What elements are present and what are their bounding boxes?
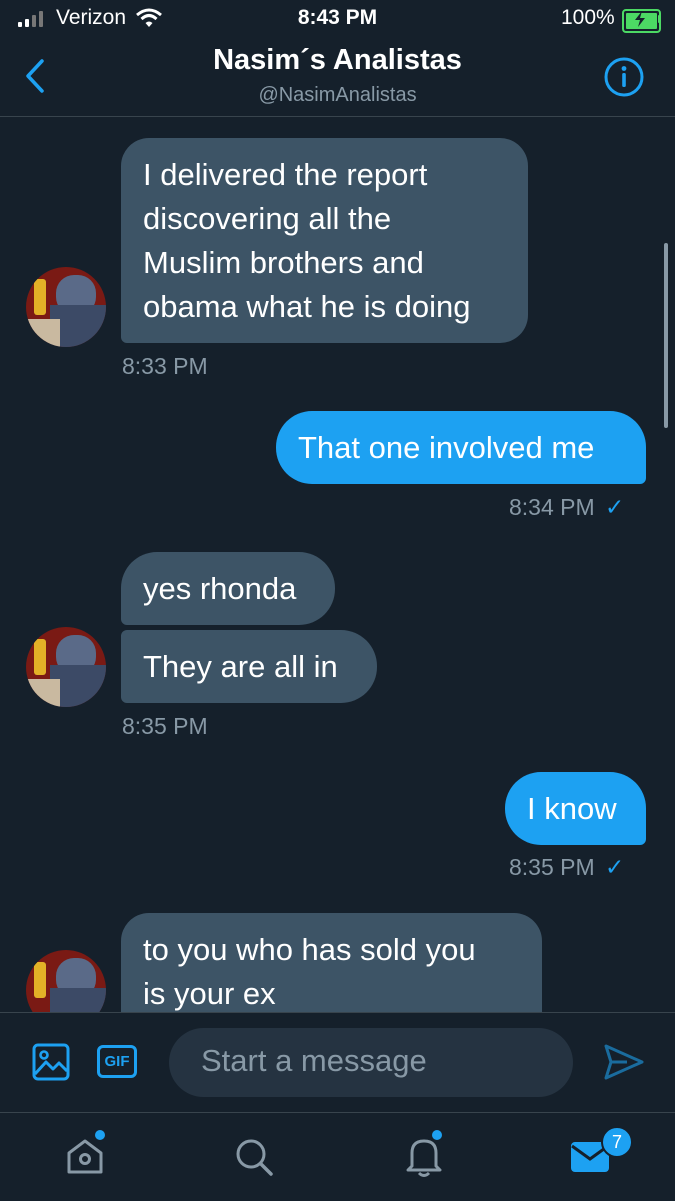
message-timestamp: 8:33 PM [122, 353, 208, 379]
message-text: obama what he is doing [143, 289, 471, 324]
message-text: That one involved me [298, 430, 595, 465]
timestamp-text: 8:35 PM [509, 854, 595, 880]
image-icon[interactable] [32, 1043, 70, 1081]
search-icon[interactable] [234, 1137, 274, 1177]
battery-charging-icon [622, 9, 661, 33]
message-bubble-incoming[interactable]: I delivered the report discovering all t… [121, 138, 528, 343]
read-check-icon: ✓ [605, 494, 625, 520]
notifications-icon[interactable] [404, 1134, 444, 1178]
message-text: I delivered the report [143, 157, 428, 192]
message-text: to you who has sold you [143, 932, 476, 967]
message-text: is your ex [143, 976, 276, 1011]
message-bubble-incoming[interactable]: They are all in [121, 630, 377, 703]
status-bar: Verizon 8:43 PM 100% [0, 0, 675, 40]
message-timestamp: 8:35 PM [122, 713, 208, 739]
avatar[interactable] [26, 627, 106, 707]
scrollbar[interactable] [664, 243, 668, 428]
message-bubble-outgoing[interactable]: I know [505, 772, 646, 845]
send-icon[interactable] [603, 1043, 645, 1081]
message-timestamp: 8:35 PM ✓ [509, 854, 624, 881]
gif-icon[interactable]: GIF [97, 1045, 137, 1078]
message-bubble-incoming[interactable]: yes rhonda [121, 552, 335, 625]
message-thread: I delivered the report discovering all t… [0, 117, 675, 1012]
conversation-handle: @NasimAnalistas [258, 84, 417, 106]
info-icon[interactable] [603, 56, 645, 98]
timestamp-text: 8:34 PM [509, 494, 595, 520]
message-bubble-outgoing[interactable]: That one involved me [276, 411, 646, 484]
message-timestamp: 8:34 PM ✓ [509, 494, 624, 521]
notifications-dot [432, 1130, 442, 1140]
message-text: yes rhonda [143, 571, 297, 606]
messages-badge: 7 [601, 1126, 633, 1158]
message-input-placeholder: Start a message [201, 1043, 427, 1078]
message-text: They are all in [143, 649, 338, 684]
conversation-title[interactable]: Nasim´s Analistas [0, 44, 675, 77]
avatar[interactable] [26, 267, 106, 347]
home-icon[interactable] [64, 1136, 106, 1176]
message-text: discovering all the [143, 201, 392, 236]
message-text: Muslim brothers and [143, 245, 424, 280]
read-check-icon: ✓ [605, 854, 625, 880]
battery-percent: 100% [561, 6, 615, 29]
avatar[interactable] [26, 950, 106, 1012]
message-bubble-incoming[interactable]: to you who has sold you is your ex [121, 913, 542, 1012]
home-notification-dot [95, 1130, 105, 1140]
message-text: I know [527, 791, 617, 826]
